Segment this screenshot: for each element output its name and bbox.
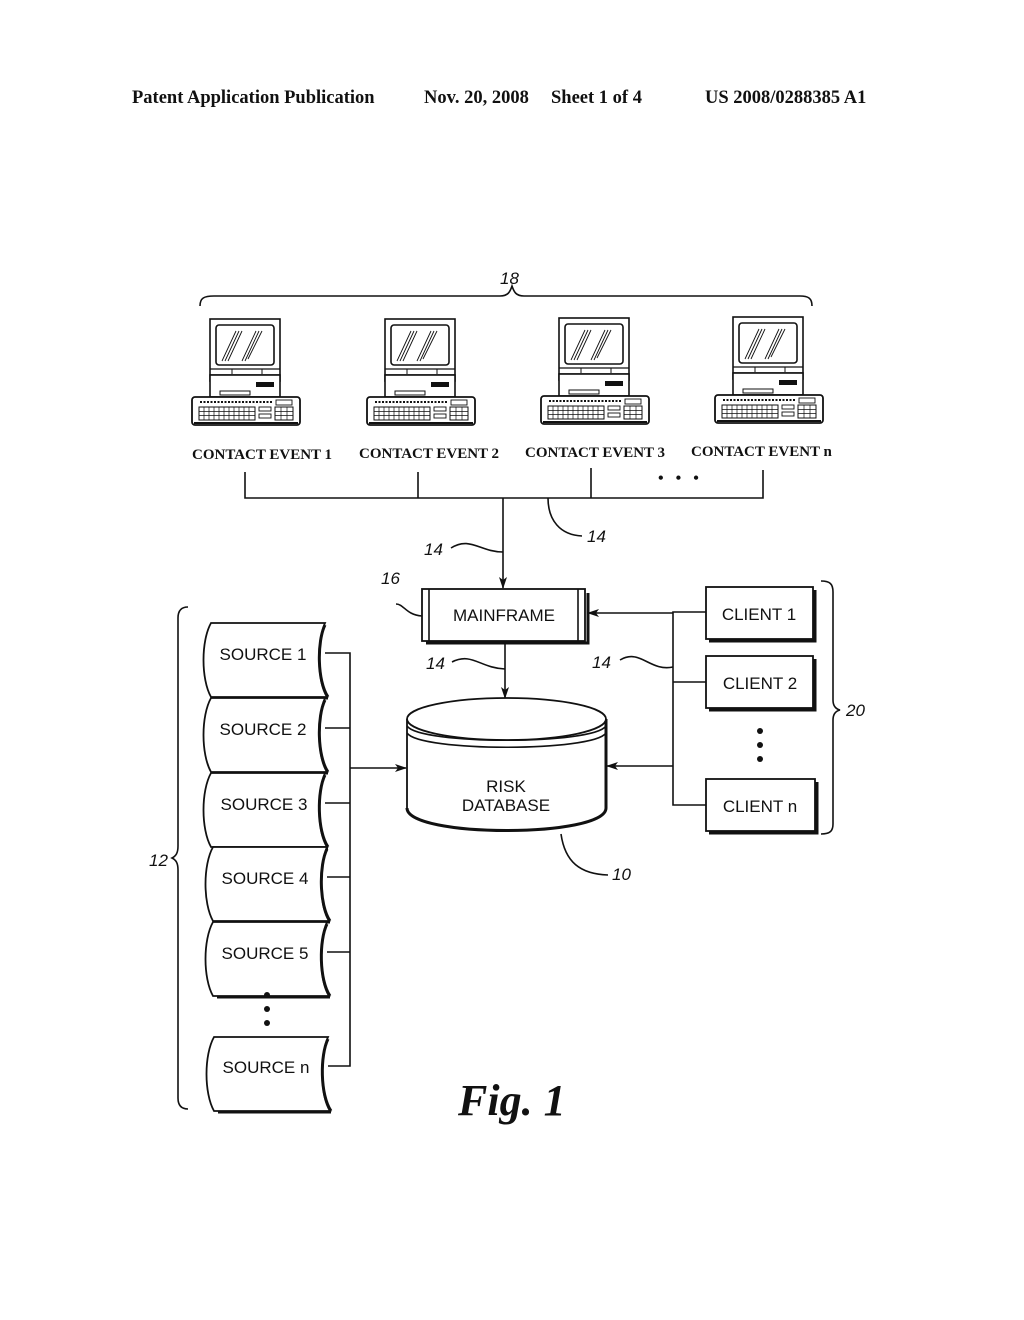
database-label-line2: DATABASE <box>462 796 550 815</box>
brace-20 <box>820 580 841 835</box>
source-label: SOURCE 5 <box>222 944 309 963</box>
source-1: SOURCE 1 <box>202 621 330 700</box>
leader-14 <box>450 542 504 553</box>
contact-event-3: CONTACT EVENT 3 <box>525 317 665 461</box>
client-ellipsis <box>757 728 763 762</box>
ref-14-b: 14 <box>424 540 443 559</box>
source-5: SOURCE 5 <box>204 920 332 999</box>
ref-20: 20 <box>845 701 865 720</box>
ref-16: 16 <box>381 569 400 588</box>
brace-18 <box>199 283 813 307</box>
client-2: CLIENT 2 <box>705 655 817 712</box>
client-label: CLIENT n <box>723 797 797 816</box>
contact-event-n: CONTACT EVENT n <box>691 316 833 460</box>
client-label: CLIENT 1 <box>722 605 796 624</box>
computer-workstation-icon <box>191 318 301 426</box>
contact-event-label: CONTACT EVENT 2 <box>359 446 499 462</box>
ref-18: 18 <box>500 269 519 288</box>
source-bus <box>325 652 351 1067</box>
leader-14 <box>547 497 583 537</box>
ref-14-c: 14 <box>426 654 445 673</box>
contact-event-label: CONTACT EVENT n <box>691 444 833 460</box>
ref-14-a: 14 <box>587 527 606 546</box>
client-n: CLIENT n <box>705 778 819 835</box>
mainframe-node: MAINFRAME <box>421 588 590 645</box>
ref-14-d: 14 <box>592 653 611 672</box>
contact-event-2: CONTACT EVENT 2 <box>359 318 499 462</box>
contact-event-label: CONTACT EVENT 1 <box>192 447 332 463</box>
leader-16 <box>395 603 423 617</box>
source-ellipsis <box>264 992 270 1026</box>
client-label: CLIENT 2 <box>723 674 797 693</box>
client-1: CLIENT 1 <box>705 586 817 643</box>
ellipsis-contact-events: • • • <box>658 470 703 487</box>
computer-workstation-icon <box>714 316 824 424</box>
source-label: SOURCE 4 <box>222 869 309 888</box>
risk-database: RISK DATABASE <box>405 697 608 832</box>
mainframe-label: MAINFRAME <box>453 606 555 625</box>
contact-event-1: CONTACT EVENT 1 <box>191 318 332 463</box>
figure-caption: Fig. 1 <box>457 1076 566 1125</box>
brace-12 <box>170 606 189 1110</box>
leader-14 <box>451 657 506 670</box>
source-label: SOURCE 3 <box>221 795 308 814</box>
ref-10: 10 <box>612 865 631 884</box>
leader-10 <box>560 833 609 876</box>
computer-workstation-icon <box>540 317 650 425</box>
source-label: SOURCE 2 <box>220 720 307 739</box>
ref-12: 12 <box>149 851 168 870</box>
database-label-line1: RISK <box>486 777 526 796</box>
source-4: SOURCE 4 <box>204 845 332 924</box>
computer-workstation-icon <box>366 318 476 426</box>
source-2: SOURCE 2 <box>202 696 330 775</box>
system-diagram: 18 CONTACT EVENT 1 CONTACT EVENT 2 CONTA… <box>149 269 865 1125</box>
leader-14 <box>619 655 674 669</box>
source-label: SOURCE n <box>223 1058 310 1077</box>
source-3: SOURCE 3 <box>202 771 330 850</box>
source-label: SOURCE 1 <box>220 645 307 664</box>
client-bus <box>672 611 706 806</box>
contact-event-label: CONTACT EVENT 3 <box>525 445 665 461</box>
source-n: SOURCE n <box>205 1035 333 1114</box>
